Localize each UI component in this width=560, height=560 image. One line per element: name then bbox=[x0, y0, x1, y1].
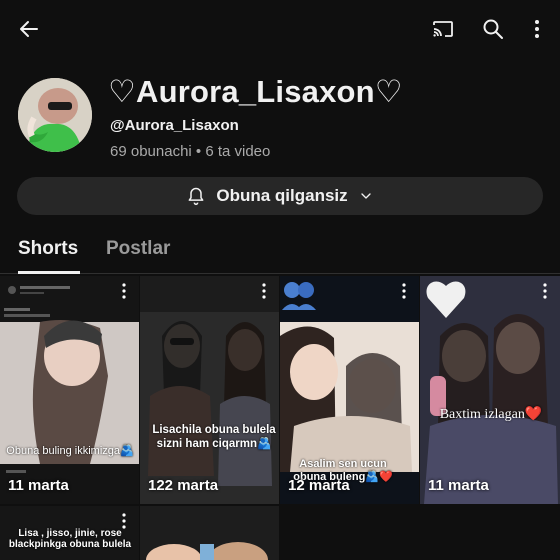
short-item[interactable]: Obuna buling ikkimizga🫂 11 marta bbox=[0, 276, 139, 504]
short-caption: Lisa , jisso, jinie, rose blackpinkga ob… bbox=[8, 528, 132, 550]
more-vertical-icon[interactable] bbox=[117, 512, 131, 530]
channel-stats: 69 obunachi • 6 ta video bbox=[110, 143, 271, 160]
short-item[interactable]: Asalim sen ucun obuna buleng🫂❤️ 12 marta bbox=[280, 276, 419, 504]
shorts-grid: Obuna buling ikkimizga🫂 11 marta Lisachi… bbox=[0, 276, 560, 560]
subscribed-button[interactable]: Obuna qilgansiz bbox=[17, 177, 543, 215]
search-icon bbox=[483, 19, 503, 39]
short-item[interactable]: Lisa , jisso, jinie, rose blackpinkga ob… bbox=[0, 506, 139, 560]
view-count: 12 marta bbox=[288, 477, 350, 494]
short-item[interactable] bbox=[140, 506, 279, 560]
search-button[interactable] bbox=[476, 12, 510, 46]
short-thumbnail bbox=[140, 276, 279, 504]
top-bar bbox=[0, 0, 560, 58]
arrow-left-icon bbox=[20, 21, 38, 37]
view-count: 122 marta bbox=[148, 477, 219, 494]
tab-shorts[interactable]: Shorts bbox=[18, 238, 78, 260]
channel-avatar[interactable] bbox=[18, 78, 92, 152]
view-count: 11 marta bbox=[428, 477, 489, 494]
short-caption: Lisachila obuna bulela sizni ham ciqarmn… bbox=[152, 424, 276, 450]
short-thumbnail bbox=[140, 506, 279, 560]
tab-posts[interactable]: Postlar bbox=[106, 238, 170, 260]
more-vertical-icon[interactable] bbox=[538, 282, 552, 300]
more-vertical-icon[interactable] bbox=[397, 282, 411, 300]
short-thumbnail bbox=[420, 276, 560, 504]
short-item[interactable]: Baxtim izlagan❤️ 11 marta bbox=[420, 276, 560, 504]
channel-handle: @Aurora_Lisaxon bbox=[110, 117, 239, 134]
channel-tabs: Shorts Postlar bbox=[0, 228, 560, 274]
more-options-button[interactable] bbox=[520, 12, 554, 46]
short-thumbnail bbox=[0, 276, 139, 504]
more-vertical-icon bbox=[535, 20, 539, 38]
more-vertical-icon[interactable] bbox=[257, 282, 271, 300]
back-button[interactable] bbox=[12, 12, 46, 46]
view-count: 11 marta bbox=[8, 477, 69, 494]
short-caption: Obuna buling ikkimizga🫂 bbox=[6, 445, 134, 457]
chevron-down-icon bbox=[360, 193, 371, 199]
bell-icon bbox=[188, 187, 204, 206]
cast-icon bbox=[433, 21, 453, 37]
cast-button[interactable] bbox=[426, 12, 460, 46]
short-item[interactable]: Lisachila obuna bulela sizni ham ciqarmn… bbox=[140, 276, 279, 504]
short-caption: Baxtim izlagan❤️ bbox=[439, 407, 543, 422]
subscribed-label: Obuna qilgansiz bbox=[216, 186, 348, 205]
channel-name: ♡Aurora_Lisaxon♡ bbox=[108, 74, 403, 109]
more-vertical-icon[interactable] bbox=[117, 282, 131, 300]
active-tab-indicator bbox=[18, 271, 80, 274]
